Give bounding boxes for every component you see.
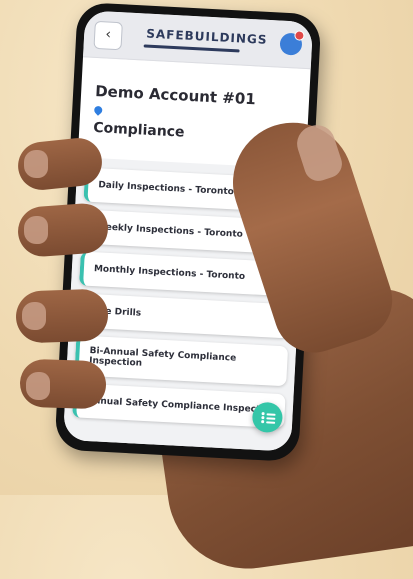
list-item-label: Bi-Annual Safety Compliance Inspection	[88, 345, 237, 369]
list-item[interactable]: Fire Drills	[76, 293, 291, 339]
list-item-label: Daily Inspections - Toronto	[98, 180, 235, 198]
fingernail	[26, 372, 50, 400]
list-item-label: Weekly Inspections - Toronto	[95, 222, 244, 240]
location-pin-icon	[92, 104, 104, 116]
list-item-label: Monthly Inspections - Toronto	[93, 263, 246, 282]
logo-underline	[143, 44, 240, 53]
account-title: Demo Account #01	[94, 81, 257, 109]
notification-badge	[294, 30, 305, 41]
list-item[interactable]: Bi-Annual Safety Compliance Inspection	[74, 335, 289, 387]
back-button[interactable]: ‹	[93, 20, 123, 51]
fingernail	[24, 150, 48, 178]
chevron-left-icon: ‹	[104, 26, 112, 43]
app-header: ‹ SAFEBUILDINGS	[83, 10, 314, 70]
fingernail	[22, 302, 46, 330]
fingernail	[24, 216, 48, 244]
app-logo: SAFEBUILDINGS	[145, 26, 268, 47]
